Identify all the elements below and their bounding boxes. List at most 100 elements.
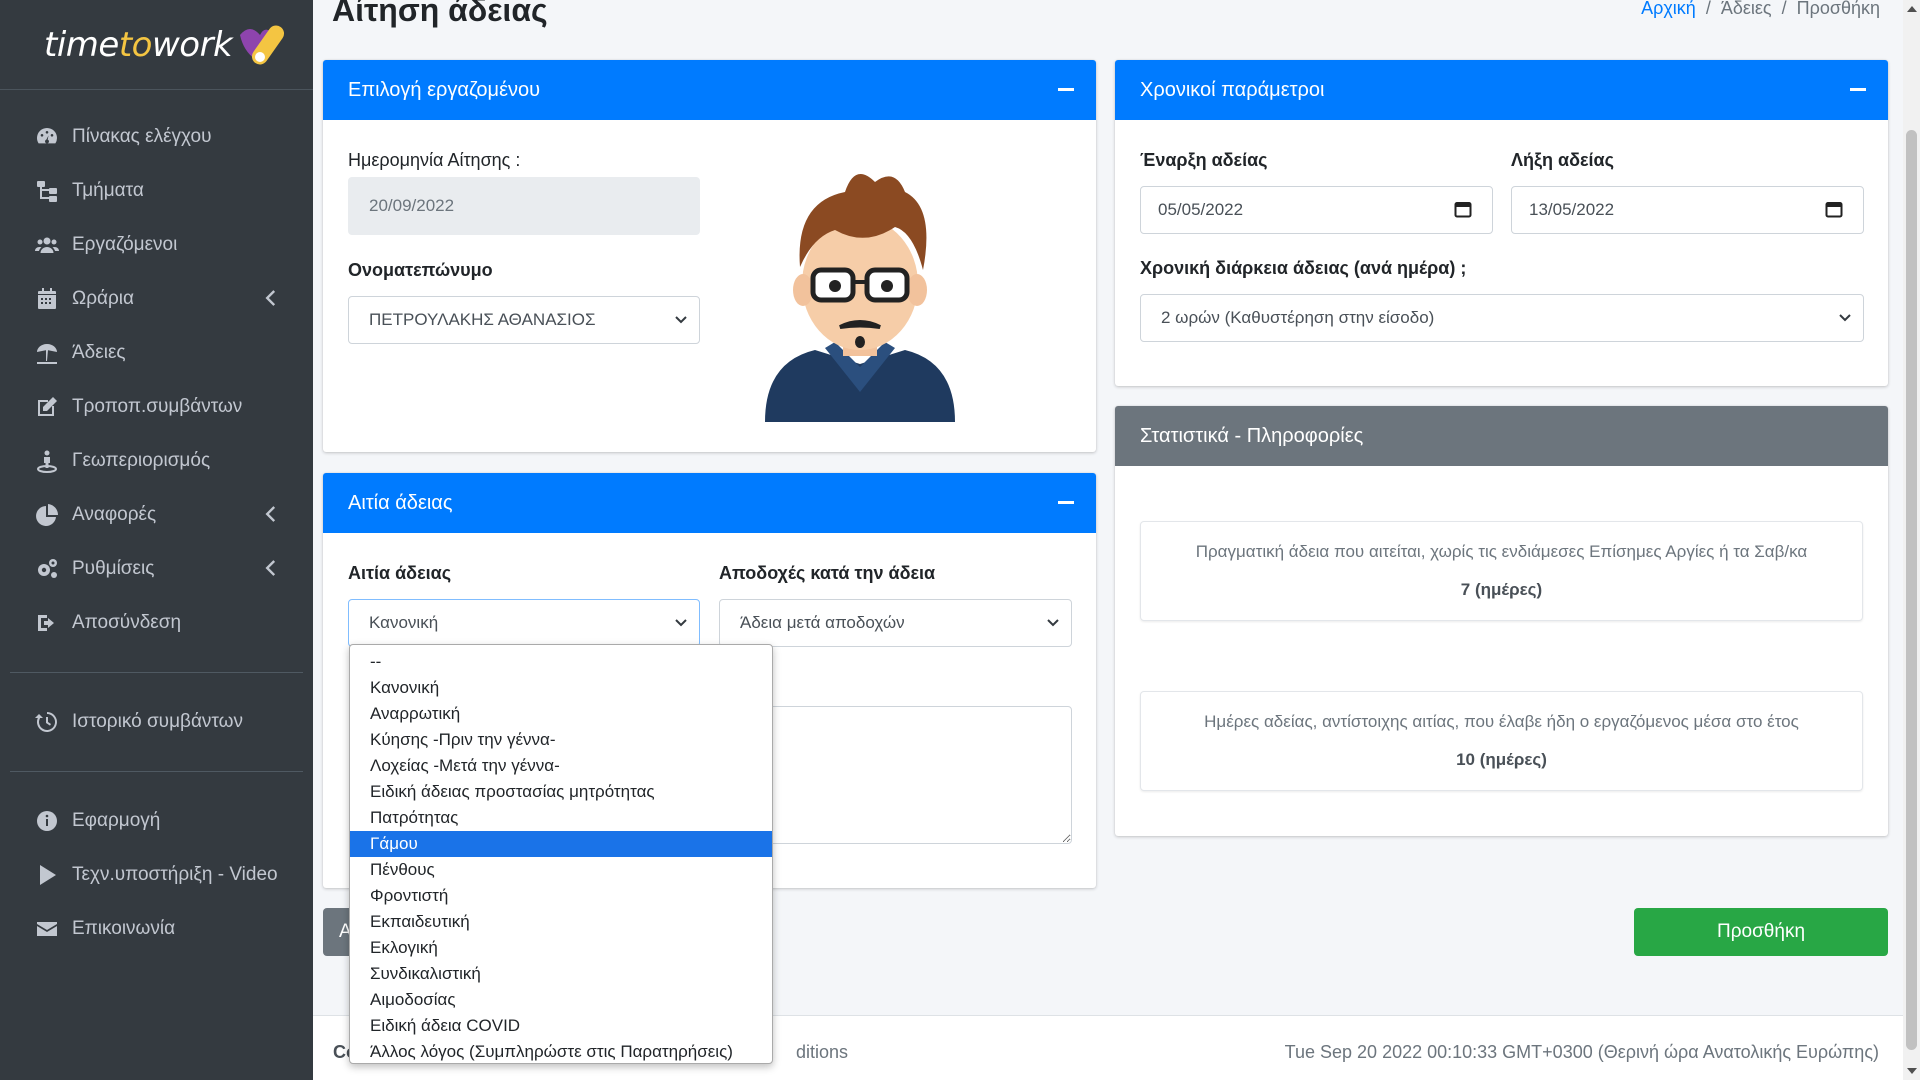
reason-option[interactable]: Αιμοδοσίας	[350, 987, 772, 1013]
reason-option[interactable]: Λοχείας -Μετά την γέννα-	[350, 753, 772, 779]
calendar-icon	[32, 286, 62, 312]
sidebar-item-label: Γεωπεριορισμός	[72, 450, 211, 471]
start-date-input[interactable]: 05/05/2022	[1140, 186, 1493, 234]
reason-value: Κανονική	[369, 613, 439, 632]
sidebar-item-reports[interactable]: Αναφορές	[0, 488, 313, 542]
request-date-field: 20/09/2022	[348, 177, 700, 235]
pay-select[interactable]: Άδεια μετά αποδοχών	[719, 599, 1072, 647]
reason-option[interactable]: Κύησης -Πριν την γέννα-	[350, 727, 772, 753]
sidebar-item-label: Ιστορικό συμβάντων	[72, 711, 243, 732]
breadcrumb: Αρχική / Άδειες / Προσθήκη	[1641, 0, 1880, 19]
reason-option[interactable]: Πένθους	[350, 857, 772, 883]
sidebar-item-event-edits[interactable]: Τροποπ.συμβάντων	[0, 380, 313, 434]
duration-select[interactable]: 2 ωρών (Καθυστέρηση στην είσοδο)	[1140, 294, 1864, 342]
start-date-label: Έναρξη αδείας	[1140, 150, 1268, 170]
end-date-value: 13/05/2022	[1529, 200, 1615, 219]
sidebar-divider	[10, 771, 303, 772]
sidebar-nav: Πίνακας ελέγχου Τμήματα Εργαζόμενοι Ωράρ…	[0, 90, 313, 650]
reason-option[interactable]: --	[350, 649, 772, 675]
reason-option[interactable]: Αναρρωτική	[350, 701, 772, 727]
umbrella-beach-icon	[32, 340, 62, 366]
sidebar-item-geofence[interactable]: Γεωπεριορισμός	[0, 434, 313, 488]
sidebar-item-support-video[interactable]: Τεχν.υποστήριξη - Video	[0, 848, 313, 902]
sidebar-item-dashboard[interactable]: Πίνακας ελέγχου	[0, 110, 313, 164]
sidebar-item-logout[interactable]: Αποσύνδεση	[0, 596, 313, 650]
users-icon	[32, 232, 62, 258]
stats-card: Στατιστικά - Πληροφορίες Πραγματική άδει…	[1115, 406, 1888, 836]
reason-option[interactable]: Άλλος λόγος (Συμπληρώστε στις Παρατηρήσε…	[350, 1039, 772, 1065]
reason-option[interactable]: Φροντιστή	[350, 883, 772, 909]
sidebar-item-label: Αποσύνδεση	[72, 612, 182, 633]
reason-label: Αιτία άδειας	[348, 563, 452, 583]
reason-option[interactable]: Εκπαιδευτική	[350, 909, 772, 935]
sidebar-item-history[interactable]: Ιστορικό συμβάντων	[0, 695, 313, 749]
reason-option[interactable]: Εκλογική	[350, 935, 772, 961]
chevron-down-icon	[1047, 619, 1059, 627]
breadcrumb-separator: /	[1781, 0, 1787, 18]
play-icon	[32, 862, 62, 888]
sidebar-item-label: Τροποπ.συμβάντων	[72, 396, 243, 417]
calendar-icon[interactable]	[1825, 200, 1843, 218]
employee-name-value: ΠΕΤΡΟΥΛΑΚΗΣ ΑΘΑΝΑΣΙΟΣ	[369, 310, 596, 329]
page-title: Αίτηση άδειας	[332, 0, 548, 28]
brand-logo-text: timetowork	[44, 24, 233, 65]
reason-dropdown-list[interactable]: -- Κανονική Αναρρωτική Κύησης -Πριν την γέν…	[349, 644, 773, 1064]
reason-option[interactable]: Ειδική άδεια COVID	[350, 1013, 772, 1039]
collapse-icon[interactable]	[1058, 88, 1074, 91]
sidebar-item-label: Επικοινωνία	[72, 918, 176, 939]
sidebar-item-label: Εργαζόμενοι	[72, 234, 178, 255]
card-title: Επιλογή εργαζομένου	[348, 78, 541, 101]
sidebar-item-employees[interactable]: Εργαζόμενοι	[0, 218, 313, 272]
sidebar-item-departments[interactable]: Τμήματα	[0, 164, 313, 218]
collapse-icon[interactable]	[1850, 88, 1866, 91]
reason-option[interactable]: Πατρότητας	[350, 805, 772, 831]
employee-name-select[interactable]: ΠΕΤΡΟΥΛΑΚΗΣ ΑΘΑΝΑΣΙΟΣ	[348, 296, 700, 344]
breadcrumb-leaves[interactable]: Άδειες	[1721, 0, 1772, 19]
employee-avatar	[745, 152, 975, 422]
sidebar-item-leaves[interactable]: Άδειες	[0, 326, 313, 380]
employee-name-label: Ονοματεπώνυμο	[348, 260, 493, 280]
chart-pie-icon	[32, 502, 62, 528]
collapse-icon[interactable]	[1058, 501, 1074, 504]
chevron-left-icon	[263, 559, 283, 579]
sidebar-item-schedules[interactable]: Ωράρια	[0, 272, 313, 326]
cogs-icon	[32, 556, 62, 582]
sidebar-item-settings[interactable]: Ρυθμίσεις	[0, 542, 313, 596]
request-date-label: Ημερομηνία Αίτησης :	[348, 150, 521, 170]
sidebar-item-contact[interactable]: Επικοινωνία	[0, 902, 313, 956]
sidebar-item-label: Εφαρμογή	[72, 810, 161, 831]
taken-leave-value: 10 (ημέρες)	[1456, 750, 1547, 769]
sidebar-item-application[interactable]: Εφαρμογή	[0, 794, 313, 848]
sidebar-item-label: Πίνακας ελέγχου	[72, 126, 212, 147]
chevron-down-icon	[1839, 314, 1851, 322]
brand[interactable]: timetowork	[0, 0, 313, 90]
reason-select[interactable]: Κανονική	[348, 599, 700, 647]
reason-option[interactable]: Ειδική άδειας προστασίας μητρότητας	[350, 779, 772, 805]
sign-out-icon	[32, 610, 62, 636]
sidebar-item-label: Τεχν.υποστήριξη - Video	[72, 864, 278, 885]
sidebar-item-label: Άδειες	[72, 342, 126, 363]
employee-card-header: Επιλογή εργαζομένου	[323, 60, 1096, 120]
scroll-down-arrow-icon[interactable]	[1907, 1068, 1917, 1074]
footer-datetime: Tue Sep 20 2022 00:10:33 GMT+0300 (Θεριν…	[1284, 1042, 1879, 1062]
breadcrumb-current: Προσθήκη	[1796, 0, 1880, 18]
scrollbar-thumb[interactable]	[1906, 130, 1917, 1050]
duration-value: 2 ωρών (Καθυστέρηση στην είσοδο)	[1161, 308, 1435, 327]
reason-option[interactable]: Γάμου	[350, 831, 772, 857]
footer-terms-link[interactable]: ditions	[796, 1042, 848, 1063]
end-date-input[interactable]: 13/05/2022	[1511, 186, 1864, 234]
card-title: Χρονικοί παράμετροι	[1140, 78, 1325, 101]
calendar-icon[interactable]	[1454, 200, 1472, 218]
card-title: Στατιστικά - Πληροφορίες	[1140, 424, 1364, 447]
reason-option[interactable]: Συνδικαλιστική	[350, 961, 772, 987]
reason-option[interactable]: Κανονική	[350, 675, 772, 701]
taken-leave-box: Ημέρες αδείας, αντίστοιχης αιτίας, που έ…	[1140, 691, 1863, 791]
breadcrumb-home[interactable]: Αρχική	[1641, 0, 1696, 19]
sidebar-item-label: Τμήματα	[72, 180, 144, 201]
add-button[interactable]: Προσθήκη	[1634, 908, 1888, 956]
page-scrollbar[interactable]	[1903, 0, 1920, 1080]
pay-value: Άδεια μετά αποδοχών	[740, 613, 905, 632]
dashboard-icon	[32, 124, 62, 150]
scroll-up-arrow-icon[interactable]	[1907, 6, 1917, 12]
end-date-label: Λήξη αδείας	[1511, 150, 1614, 170]
